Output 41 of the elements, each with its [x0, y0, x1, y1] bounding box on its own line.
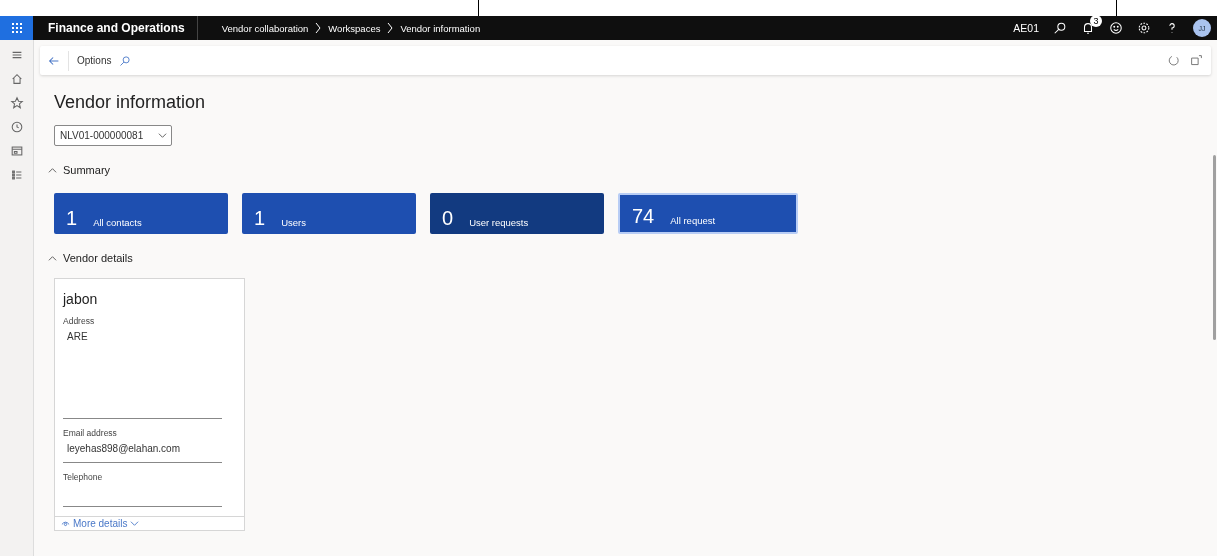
- chevron-icon: [48, 165, 57, 175]
- refresh-icon[interactable]: [1167, 54, 1180, 67]
- scrollbar[interactable]: [1213, 155, 1216, 340]
- chevron-right-icon: [386, 22, 395, 34]
- summary-tile[interactable]: 1 All contacts: [54, 193, 228, 234]
- field-label: Email address: [63, 428, 118, 438]
- page-title: Vendor information: [54, 92, 207, 113]
- vendor-name: jabon: [63, 291, 99, 307]
- popout-icon[interactable]: [1190, 54, 1203, 67]
- bell-icon[interactable]: [1081, 21, 1095, 35]
- star-icon[interactable]: [9, 96, 24, 110]
- field-label: Address: [63, 316, 96, 326]
- chevron-right-icon: [314, 22, 323, 34]
- field-label: Telephone: [63, 472, 104, 482]
- more-details-link[interactable]: More details: [55, 516, 244, 530]
- workspace-icon[interactable]: [9, 144, 24, 158]
- section-header[interactable]: Vendor details: [48, 252, 133, 264]
- options-button[interactable]: Options: [68, 50, 120, 71]
- field-value: leyehas898@elahan.com: [63, 443, 222, 463]
- field-value: ARE: [63, 331, 222, 419]
- summary-tile[interactable]: 0 User requests: [430, 193, 604, 234]
- chevron-down-icon: [130, 519, 140, 528]
- app-launcher-icon[interactable]: [10, 22, 23, 34]
- company-label[interactable]: AE01: [1013, 22, 1039, 34]
- chevron-icon: [158, 131, 167, 140]
- home-icon[interactable]: [9, 72, 24, 86]
- chevron-icon: [48, 253, 57, 263]
- search-icon[interactable]: [1053, 21, 1067, 35]
- summary-tile[interactable]: 1 Users: [242, 193, 416, 234]
- summary-tile[interactable]: 74 All request: [618, 193, 798, 234]
- smiley-icon[interactable]: [1109, 21, 1123, 35]
- clock-icon[interactable]: [9, 120, 24, 134]
- section-header[interactable]: Summary: [48, 164, 111, 176]
- list-icon[interactable]: [9, 168, 24, 182]
- app-title[interactable]: Finance and Operations: [33, 16, 198, 40]
- breadcrumb-link[interactable]: Vendor information: [400, 22, 481, 34]
- eye-icon: [61, 519, 70, 528]
- breadcrumb-link[interactable]: Vendor collaboration: [221, 22, 309, 34]
- breadcrumb-link[interactable]: Workspaces: [328, 22, 381, 34]
- vendor-dropdown[interactable]: NLV01-000000081: [54, 125, 172, 146]
- settings-icon[interactable]: [1137, 21, 1151, 35]
